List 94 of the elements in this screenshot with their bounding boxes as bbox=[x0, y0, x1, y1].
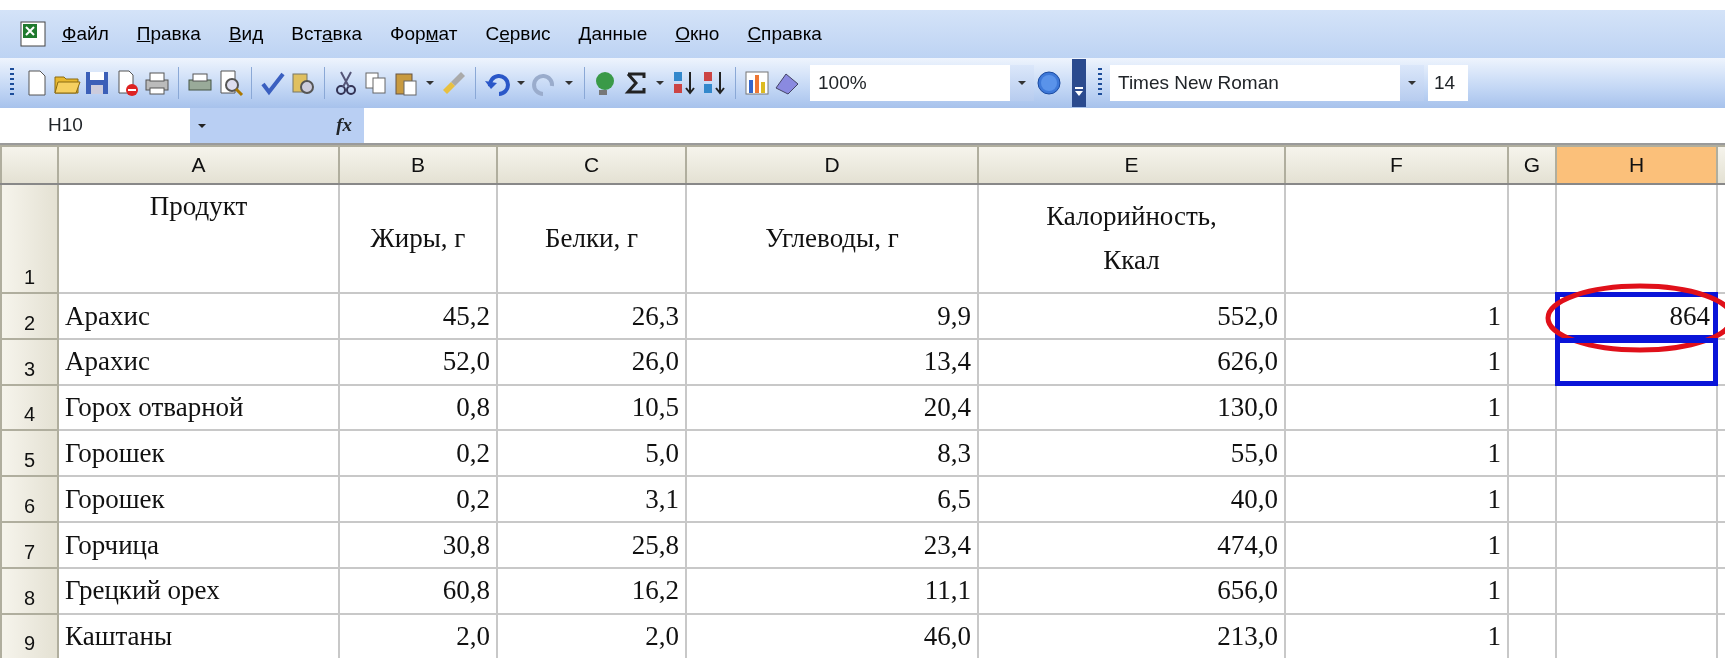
menu-item[interactable]: Справка bbox=[733, 19, 836, 49]
table-cell: 25,8 bbox=[497, 522, 686, 568]
menu-item[interactable]: Сервис bbox=[471, 19, 565, 49]
table-cell: 9,9 bbox=[686, 293, 978, 339]
column-header[interactable]: H bbox=[1556, 146, 1717, 184]
table-cell: 130,0 bbox=[978, 384, 1285, 431]
dropdown-arrow-icon[interactable] bbox=[655, 79, 665, 87]
table-cell: 8,3 bbox=[686, 430, 978, 477]
table-cell: 16,2 bbox=[497, 567, 686, 614]
table-cell: 0,2 bbox=[339, 476, 497, 522]
font-size-field[interactable]: 14 bbox=[1428, 65, 1468, 101]
empty-cell[interactable] bbox=[1556, 430, 1717, 477]
toolbar-options-icon[interactable] bbox=[1072, 59, 1086, 107]
empty-cell[interactable] bbox=[1556, 476, 1717, 522]
column-header[interactable]: E bbox=[978, 146, 1285, 184]
table-cell: 40,0 bbox=[978, 476, 1285, 522]
table-cell: 55,0 bbox=[978, 430, 1285, 477]
table-cell: 30,8 bbox=[339, 522, 497, 568]
column-header[interactable]: G bbox=[1508, 146, 1556, 184]
bar-chart-icon[interactable] bbox=[742, 68, 772, 98]
table-cell: Грецкий орех bbox=[58, 567, 339, 614]
table-cell: Горох отварной bbox=[58, 384, 339, 431]
table-cell: Горошек bbox=[58, 430, 339, 477]
table-cell: 1 bbox=[1285, 430, 1508, 477]
menu-item[interactable]: Вид bbox=[214, 19, 278, 49]
table-cell: 20,4 bbox=[686, 384, 978, 431]
function-button[interactable]: fx bbox=[336, 111, 352, 140]
row-header[interactable]: 1 bbox=[1, 184, 58, 293]
table-cell: 3,1 bbox=[497, 476, 686, 522]
font-field[interactable]: Times New Roman bbox=[1110, 65, 1400, 101]
table-cell: 13,4 bbox=[686, 338, 978, 385]
table-cell: 1 bbox=[1285, 522, 1508, 568]
dropdown-arrow-icon[interactable] bbox=[1407, 79, 1417, 87]
column-title: Жиры, г bbox=[370, 221, 466, 255]
zoom-field[interactable]: 100% bbox=[810, 65, 1010, 101]
table-cell: Горошек bbox=[58, 476, 339, 522]
dropdown-arrow-icon[interactable] bbox=[197, 121, 207, 130]
row-header[interactable]: 8 bbox=[1, 567, 58, 614]
column-title: Белки, г bbox=[544, 221, 639, 255]
column-title: Калорийность, Ккал bbox=[1045, 200, 1218, 277]
table-cell: 656,0 bbox=[978, 567, 1285, 614]
row-header[interactable]: 5 bbox=[1, 430, 58, 477]
table-cell: 626,0 bbox=[978, 338, 1285, 385]
selected-cell[interactable] bbox=[1556, 338, 1717, 385]
table-cell: Арахис bbox=[58, 338, 339, 385]
menu-item[interactable]: Данные bbox=[564, 19, 662, 49]
column-title: Продукт bbox=[149, 190, 248, 223]
row-header[interactable]: 7 bbox=[1, 522, 58, 568]
table-cell: 23,4 bbox=[686, 522, 978, 568]
table-cell: Горчица bbox=[58, 522, 339, 568]
column-title: Углеводы, г bbox=[765, 221, 899, 255]
table-cell: 1 bbox=[1285, 384, 1508, 431]
table-cell: 45,2 bbox=[339, 293, 497, 339]
menu-item[interactable]: Формат bbox=[375, 19, 472, 49]
table-cell: 1 bbox=[1285, 476, 1508, 522]
table-cell: 52,0 bbox=[339, 338, 497, 385]
table-cell: 474,0 bbox=[978, 522, 1285, 568]
help-icon[interactable] bbox=[1034, 68, 1064, 98]
column-header[interactable]: F bbox=[1285, 146, 1508, 184]
table-cell: 6,5 bbox=[686, 476, 978, 522]
column-header[interactable]: B bbox=[339, 146, 497, 184]
table-cell: 1 bbox=[1285, 338, 1508, 385]
spreadsheet-icon[interactable] bbox=[18, 19, 48, 49]
table-cell: 26,0 bbox=[497, 338, 686, 385]
table-cell: 1 bbox=[1285, 293, 1508, 339]
empty-cell[interactable] bbox=[1556, 522, 1717, 568]
table-cell: Арахис bbox=[58, 293, 339, 339]
dropdown-arrow-icon[interactable] bbox=[516, 79, 526, 87]
menu-item[interactable]: Правка bbox=[122, 19, 215, 49]
table-cell: 552,0 bbox=[978, 293, 1285, 339]
row-header[interactable]: 2 bbox=[1, 293, 58, 339]
table-cell: 26,3 bbox=[497, 293, 686, 339]
row-header[interactable]: 3 bbox=[1, 338, 58, 385]
table-cell: 1 bbox=[1285, 567, 1508, 614]
menu-item[interactable]: Окно bbox=[661, 19, 734, 49]
column-header[interactable]: C bbox=[497, 146, 686, 184]
table-cell: 0,2 bbox=[339, 430, 497, 477]
row-header[interactable]: 6 bbox=[1, 476, 58, 522]
row-header[interactable]: 4 bbox=[1, 384, 58, 431]
row-header[interactable]: 9 bbox=[1, 613, 58, 658]
dropdown-arrow-icon[interactable] bbox=[1017, 79, 1027, 87]
dropdown-arrow-icon[interactable] bbox=[425, 79, 435, 87]
table-cell: 10,5 bbox=[497, 384, 686, 431]
dropdown-arrow-icon[interactable] bbox=[564, 79, 574, 87]
table-cell: 11,1 bbox=[686, 567, 978, 614]
empty-cell[interactable] bbox=[1556, 567, 1717, 614]
table-cell: 0,8 bbox=[339, 384, 497, 431]
column-header[interactable]: A bbox=[58, 146, 339, 184]
table-cell: 5,0 bbox=[497, 430, 686, 477]
empty-cell[interactable] bbox=[1556, 384, 1717, 431]
column-header[interactable]: D bbox=[686, 146, 978, 184]
menu-item[interactable]: Файл bbox=[48, 19, 123, 49]
menu-item[interactable]: Вставка bbox=[277, 19, 376, 49]
table-cell: 60,8 bbox=[339, 567, 497, 614]
